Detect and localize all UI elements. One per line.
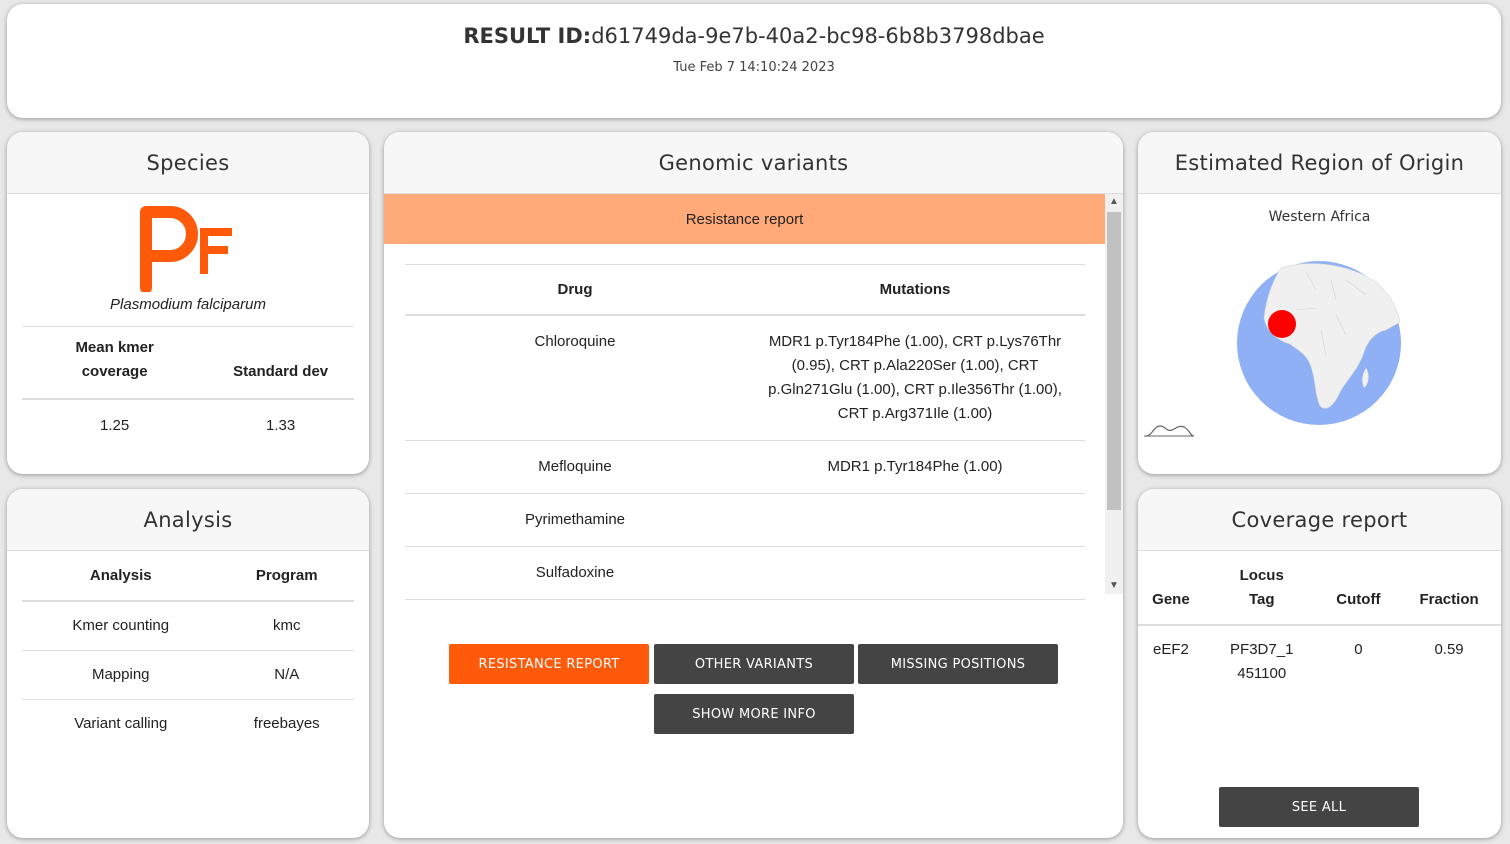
result-id-value: d61749da-9e7b-40a2-bc98-6b8b3798dbae — [591, 24, 1045, 48]
program-cell: N/A — [219, 650, 354, 700]
resistance-table: Drug Mutations Chloroquine MDR1 p.Tyr184… — [405, 264, 1085, 600]
drug-cell: Chloroquine — [405, 314, 745, 441]
fraction-cell: 0.59 — [1434, 641, 1464, 658]
pf-logo-icon — [140, 206, 232, 292]
mutations-header: Mutations — [745, 264, 1085, 316]
coverage-title: Coverage report — [1138, 489, 1501, 551]
origin-marker — [1268, 310, 1296, 338]
mean-kmer-value: 1.25 — [100, 416, 130, 434]
analysis-header: Analysis — [22, 551, 220, 602]
analysis-cell: Mapping — [22, 650, 220, 700]
mutations-cell: MDR1 p.Tyr184Phe (1.00), CRT p.Lys76Thr … — [745, 314, 1085, 441]
table-row: Variant calling freebayes — [22, 699, 354, 748]
coverage-report-card: Coverage report Gene Locus Tag Cutoff Fr… — [1138, 489, 1501, 838]
missing-positions-button[interactable]: MISSING POSITIONS — [858, 644, 1058, 684]
analysis-table: Analysis Program Kmer counting kmc Mappi… — [22, 551, 354, 748]
result-id-line: RESULT ID:d61749da-9e7b-40a2-bc98-6b8b37… — [7, 24, 1501, 48]
locus-tag-cell: PF3D7_1451100 — [1230, 641, 1294, 682]
analysis-cell: Variant calling — [74, 715, 168, 733]
table-row: eEF2 PF3D7_1451100 0 0.59 — [1138, 625, 1501, 686]
table-row: Kmer counting kmc — [22, 601, 354, 651]
resistance-report-button[interactable]: RESISTANCE REPORT — [449, 644, 649, 684]
region-of-origin-card: Estimated Region of Origin Western Afric… — [1138, 132, 1501, 474]
mutations-cell: MDR1 p.Tyr184Phe (1.00) — [745, 440, 1085, 494]
globe-map-icon[interactable] — [1236, 260, 1402, 426]
gene-cell: eEF2 — [1152, 641, 1189, 658]
scroll-down-icon[interactable]: ▼ — [1105, 578, 1123, 594]
mean-kmer-header: Mean kmer coverage — [22, 326, 208, 400]
resistance-report-panel[interactable]: Resistance report Drug Mutations Chloroq… — [384, 194, 1123, 600]
program-cell: freebayes — [253, 715, 320, 733]
species-title: Species — [7, 132, 369, 194]
stddev-header: Standard dev — [207, 326, 354, 400]
region-name: Western Africa — [1268, 209, 1371, 225]
species-name: Plasmodium falciparum — [110, 296, 266, 313]
table-row: Chloroquine MDR1 p.Tyr184Phe (1.00), CRT… — [405, 314, 1085, 441]
table-row: Mapping N/A — [22, 650, 354, 700]
cutoff-cell: 0 — [1354, 641, 1363, 658]
fraction-header: Fraction — [1397, 551, 1501, 626]
result-banner: RESULT ID:d61749da-9e7b-40a2-bc98-6b8b37… — [7, 4, 1501, 118]
table-row: Pyrimethamine — [405, 493, 1085, 547]
stddev-value: 1.33 — [266, 416, 296, 434]
program-cell: kmc — [219, 601, 354, 651]
drug-header: Drug — [405, 264, 745, 316]
species-stats-table: Mean kmer coverage Standard dev 1.25 1.3… — [22, 326, 354, 449]
other-variants-button[interactable]: OTHER VARIANTS — [654, 644, 854, 684]
region-title: Estimated Region of Origin — [1138, 132, 1501, 194]
drug-cell: Mefloquine — [405, 440, 745, 494]
genomic-variants-title: Genomic variants — [384, 132, 1123, 194]
species-card: Species Plasmodium falciparum Mean kmer … — [7, 132, 369, 474]
drug-cell: Pyrimethamine — [405, 493, 745, 547]
result-date: Tue Feb 7 14:10:24 2023 — [673, 60, 835, 75]
coverage-table: Gene Locus Tag Cutoff Fraction eEF2 PF3D… — [1138, 551, 1501, 686]
see-all-button[interactable]: SEE ALL — [1219, 787, 1419, 827]
scroll-up-icon[interactable]: ▲ — [1105, 194, 1123, 210]
show-more-info-button[interactable]: SHOW MORE INFO — [654, 694, 854, 734]
result-id-label: RESULT ID: — [463, 24, 592, 48]
resistance-report-header: Resistance report — [384, 194, 1105, 244]
analysis-title: Analysis — [7, 489, 369, 551]
table-row: Mefloquine MDR1 p.Tyr184Phe (1.00) — [405, 440, 1085, 494]
density-chart-icon — [1144, 425, 1195, 437]
locus-tag-header: Locus Tag — [1203, 551, 1320, 626]
program-header: Program — [219, 551, 354, 602]
scrollbar-thumb[interactable] — [1107, 212, 1121, 510]
gene-header: Gene — [1138, 551, 1204, 626]
drug-cell: Sulfadoxine — [405, 546, 745, 600]
analysis-cell: Kmer counting — [22, 601, 220, 651]
cutoff-header: Cutoff — [1319, 551, 1398, 626]
genomic-variants-card: Genomic variants Resistance report Drug … — [384, 132, 1123, 838]
table-row: Sulfadoxine — [405, 546, 1085, 600]
analysis-card: Analysis Analysis Program Kmer counting … — [7, 489, 369, 838]
vertical-scrollbar[interactable]: ▲ ▼ — [1105, 194, 1123, 594]
mutations-cell — [745, 546, 1085, 600]
mutations-cell — [745, 493, 1085, 547]
